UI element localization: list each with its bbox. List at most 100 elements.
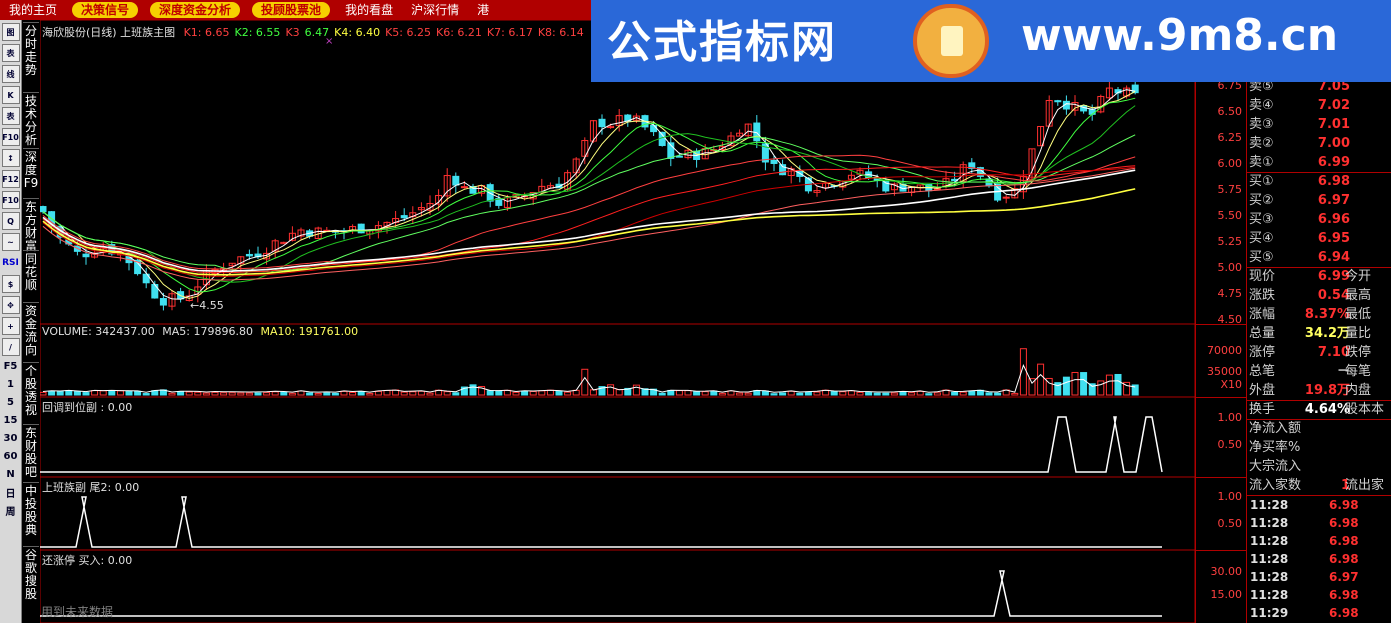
ask-row-1: 卖④ 7.02 — [1247, 96, 1391, 115]
ma-value-6: K6: 6.21 — [436, 26, 482, 39]
tool-button-23[interactable]: 日 — [2, 484, 20, 500]
tool-button-19[interactable]: 15 — [2, 412, 20, 428]
tool-button-13[interactable]: ✥ — [1, 296, 20, 314]
candle-body-13 — [151, 283, 159, 299]
nav-item-1[interactable]: 决策信号 — [72, 2, 139, 18]
side-tab-9[interactable]: 谷歌搜股 — [23, 546, 39, 601]
volume-bar-23 — [237, 392, 245, 396]
tool-button-11[interactable]: RSI — [2, 254, 20, 272]
tool-button-2[interactable]: 线 — [1, 65, 20, 83]
ask-row-4: 卖① 6.99 — [1247, 153, 1391, 172]
future-data-note: 用到未来数据 — [41, 605, 114, 619]
turnover-row: 换手 4.64% 股本本 — [1247, 400, 1391, 419]
volume-bar-103 — [925, 393, 933, 396]
tool-button-1[interactable]: 表 — [1, 44, 20, 62]
candle-body-24 — [245, 253, 253, 257]
flow-row-0-label: 净流入额 — [1249, 421, 1302, 436]
nav-item-5[interactable]: 沪深行情 — [402, 0, 468, 20]
tool-button-6[interactable]: ↕ — [1, 149, 20, 167]
side-tab-1[interactable]: 技术分析 — [23, 92, 39, 147]
candle-body-49 — [460, 186, 468, 189]
volume-bar-61 — [564, 391, 572, 396]
panel3-tick-1: 15.00 — [1210, 588, 1243, 601]
tool-button-18[interactable]: 5 — [2, 394, 20, 410]
tool-button-21[interactable]: 60 — [2, 448, 20, 464]
stat-row-6-label: 外盘 — [1249, 383, 1276, 398]
volume-bar-95 — [856, 391, 864, 396]
side-tab-3[interactable]: 东方财富 — [23, 198, 39, 253]
tool-button-5[interactable]: F10 — [1, 128, 20, 146]
volume-bar-85 — [770, 393, 778, 396]
side-tab-7[interactable]: 东财股吧 — [23, 424, 39, 479]
volume-bar-31 — [306, 392, 314, 396]
ma-line-4 — [42, 134, 1136, 273]
volume-bar-37 — [357, 391, 365, 396]
volume-bar-59 — [546, 389, 554, 396]
nav-item-2[interactable]: 深度资金分析 — [150, 2, 241, 18]
side-tab-2[interactable]: 深度F9 — [23, 148, 39, 190]
side-tab-8[interactable]: 中投股典 — [23, 482, 39, 537]
tool-button-0[interactable]: 图 — [1, 23, 20, 41]
stat-row-6: 外盘 19.8万 内盘 — [1247, 381, 1391, 400]
tool-button-16[interactable]: F5 — [2, 358, 20, 374]
tick-price-2: 6.98 — [1329, 534, 1359, 548]
chart-area[interactable]: × 海欣股份(日线) 上班族主图 K1: 6.65 K2: 6.55 K3 6.47 K… — [40, 20, 1195, 623]
tool-button-15[interactable]: / — [1, 338, 20, 356]
volume-bar-1 — [48, 390, 56, 396]
tool-button-20[interactable]: 30 — [2, 430, 20, 446]
ask-row-3-label: 卖② — [1249, 136, 1274, 151]
volume-bar-63 — [581, 368, 589, 396]
bid-row-2-label: 买③ — [1249, 212, 1274, 227]
nav-item-4[interactable]: 我的看盘 — [336, 0, 402, 20]
stat-row-0-label: 现价 — [1249, 269, 1276, 284]
candle-body-5 — [82, 253, 90, 258]
volume-bar-124 — [1105, 374, 1113, 396]
volume-bar-21 — [220, 392, 228, 396]
tool-button-12[interactable]: $ — [1, 275, 20, 293]
stat-row-5-extra: 每笔 — [1345, 364, 1372, 379]
tool-button-24[interactable]: 周 — [2, 502, 20, 518]
volume-bar-89 — [804, 392, 812, 396]
side-tab-4[interactable]: 同花顺 — [23, 250, 39, 292]
tool-button-4[interactable]: 表 — [1, 107, 20, 125]
volume-ma10: MA10: 191761.00 — [260, 325, 359, 338]
tick-row-3: 11:28 6.98 — [1247, 550, 1391, 568]
flow-row-0: 净流入额 — [1247, 419, 1391, 438]
bid-row-0-value: 6.98 — [1317, 174, 1350, 189]
tool-button-7[interactable]: F12 — [1, 170, 20, 188]
tool-button-22[interactable]: N — [2, 466, 20, 482]
bid-row-0-label: 买① — [1249, 174, 1274, 189]
axis-divider — [1196, 397, 1247, 398]
ask-row-2: 卖③ 7.01 — [1247, 115, 1391, 134]
kline-chart[interactable]: × — [40, 20, 1195, 623]
side-tab-6[interactable]: 个股透视 — [23, 362, 39, 417]
volume-bar-113 — [1011, 392, 1019, 396]
ask-row-2-label: 卖③ — [1249, 117, 1274, 132]
volume-tick-0: 70000 — [1207, 344, 1242, 357]
stat-row-5-label: 总笔 — [1249, 364, 1276, 379]
tool-button-10[interactable]: ~ — [1, 233, 20, 251]
candle-body-127 — [1131, 84, 1139, 94]
tool-button-9[interactable]: Q — [1, 212, 20, 230]
axis-divider — [1196, 477, 1247, 478]
candle-body-118 — [1054, 100, 1062, 103]
nav-item-0[interactable]: 我的主页 — [0, 0, 66, 20]
volume-bar-94 — [847, 390, 855, 396]
tick-price-3: 6.98 — [1329, 552, 1359, 566]
side-tab-5[interactable]: 资金流向 — [23, 302, 39, 357]
tick-price-6: 6.98 — [1329, 606, 1359, 620]
stat-row-3-value: 34.2万 — [1304, 326, 1350, 341]
ma-value-3: 6.47 — [304, 26, 330, 39]
volume-bar-74 — [675, 390, 683, 396]
nav-item-3[interactable]: 投顾股票池 — [252, 2, 331, 18]
volume-bar-98 — [882, 392, 890, 396]
side-tab-0[interactable]: 分时走势 — [23, 22, 39, 77]
ask-row-4-value: 6.99 — [1317, 155, 1350, 170]
ma-line-10 — [42, 188, 1136, 276]
tool-button-14[interactable]: + — [1, 317, 20, 335]
nav-item-6[interactable]: 港 — [468, 0, 498, 20]
volume-bar-2 — [56, 391, 64, 396]
tool-button-3[interactable]: K — [1, 86, 20, 104]
tool-button-8[interactable]: F10 — [1, 191, 20, 209]
tool-button-17[interactable]: 1 — [2, 376, 20, 392]
